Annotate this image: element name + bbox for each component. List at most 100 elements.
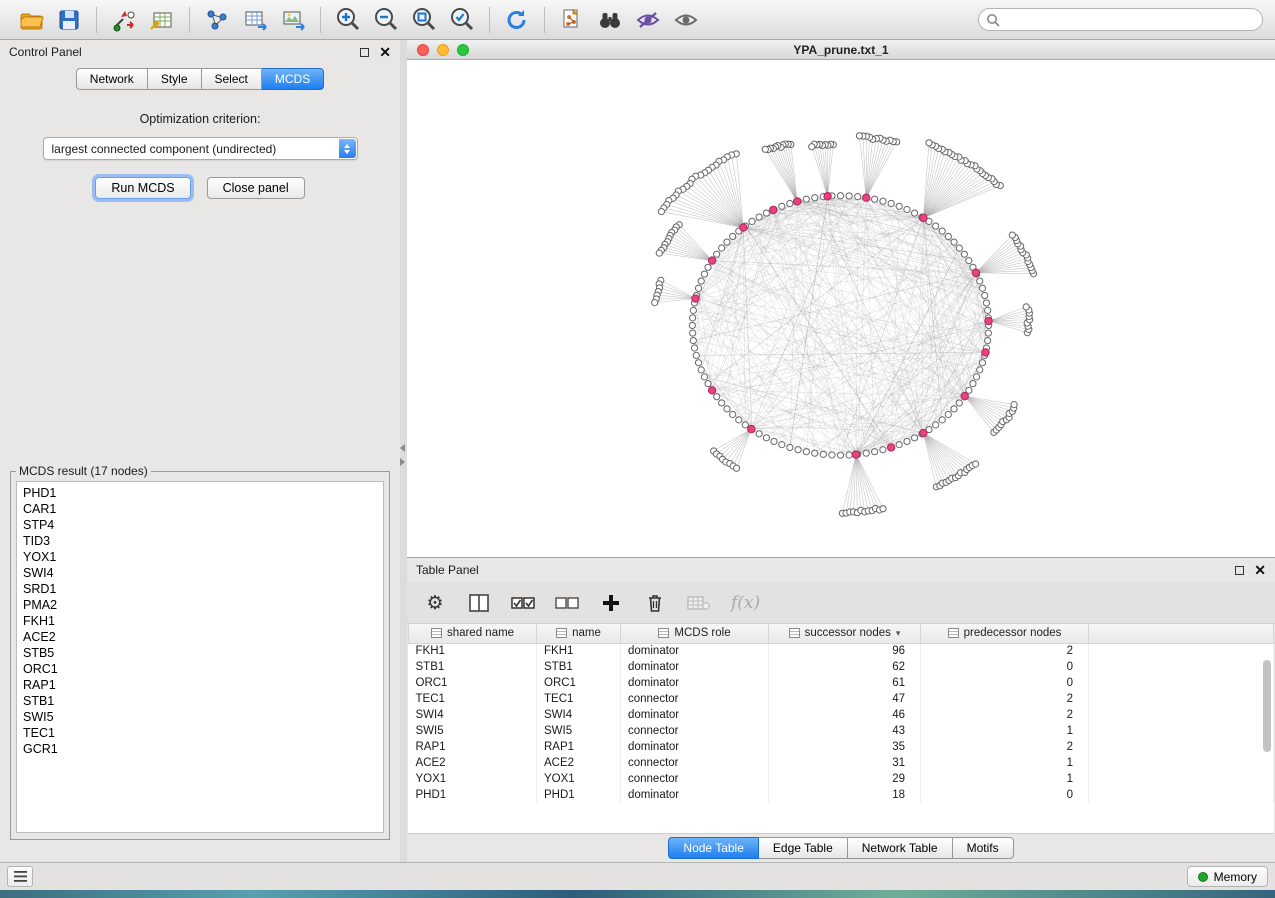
table-row[interactable]: STB1STB1dominator620: [409, 659, 1274, 675]
mcds-result-item[interactable]: CAR1: [23, 501, 377, 517]
window-maximize-icon[interactable]: [457, 44, 469, 56]
desktop-background: [0, 890, 1275, 898]
clear-table-button[interactable]: [687, 589, 711, 617]
column-header-shared-name[interactable]: shared name: [409, 624, 537, 643]
mcds-result-item[interactable]: YOX1: [23, 549, 377, 565]
mcds-result-item[interactable]: RAP1: [23, 677, 377, 693]
table-row[interactable]: FKH1FKH1dominator962: [409, 643, 1274, 659]
memory-button[interactable]: Memory: [1187, 866, 1268, 887]
plus-icon: [602, 594, 620, 612]
close-panel-icon[interactable]: ✕: [379, 46, 391, 58]
menu-button[interactable]: [7, 866, 33, 887]
mcds-result-item[interactable]: TID3: [23, 533, 377, 549]
mcds-result-item[interactable]: PHD1: [23, 485, 377, 501]
application-window: Control Panel ✕ NetworkStyleSelectMCDS O…: [0, 0, 1275, 890]
zoom-in-button[interactable]: [332, 4, 364, 36]
table-panel-titlebar: Table Panel ✕: [407, 558, 1275, 582]
tab-select[interactable]: Select: [202, 68, 262, 90]
tab-edge-table[interactable]: Edge Table: [759, 837, 848, 859]
column-header-predecessor-nodes[interactable]: predecessor nodes: [921, 624, 1089, 643]
refresh-button[interactable]: [501, 4, 533, 36]
open-file-button[interactable]: [15, 4, 47, 36]
table-row[interactable]: ACE2ACE2connector311: [409, 755, 1274, 771]
mcds-result-item[interactable]: SRD1: [23, 581, 377, 597]
run-mcds-button[interactable]: Run MCDS: [95, 177, 190, 199]
mcds-result-item[interactable]: ACE2: [23, 629, 377, 645]
mcds-result-item[interactable]: SWI4: [23, 565, 377, 581]
control-panel-titlebar: Control Panel ✕: [0, 40, 400, 64]
zoom-out-button[interactable]: [370, 4, 402, 36]
panel-splitter[interactable]: [400, 40, 407, 862]
mcds-result-list[interactable]: PHD1CAR1STP4TID3YOX1SWI4SRD1PMA2FKH1ACE2…: [16, 481, 384, 833]
table-row[interactable]: TEC1TEC1connector472: [409, 691, 1274, 707]
column-header-MCDS-role[interactable]: MCDS role: [621, 624, 769, 643]
window-close-icon[interactable]: [417, 44, 429, 56]
collapse-right-icon[interactable]: [400, 458, 405, 466]
table-row[interactable]: YOX1YOX1connector291: [409, 771, 1274, 787]
criterion-select[interactable]: largest connected component (undirected): [43, 137, 358, 160]
save-button[interactable]: [53, 4, 85, 36]
network-canvas[interactable]: [407, 60, 1275, 557]
window-minimize-icon[interactable]: [437, 44, 449, 56]
mcds-result-item[interactable]: TEC1: [23, 725, 377, 741]
tab-network[interactable]: Network: [76, 68, 148, 90]
mcds-result-item[interactable]: GCR1: [23, 741, 377, 757]
tab-mcds[interactable]: MCDS: [262, 68, 324, 90]
delete-column-button[interactable]: [643, 589, 667, 617]
mcds-result-item[interactable]: STP4: [23, 517, 377, 533]
search-field: [978, 8, 1263, 31]
tab-motifs[interactable]: Motifs: [953, 837, 1014, 859]
column-header-name[interactable]: name: [537, 624, 621, 643]
table-row[interactable]: PHD1PHD1dominator180: [409, 787, 1274, 803]
close-mcds-panel-button[interactable]: Close panel: [207, 177, 305, 199]
zoom-fit-button[interactable]: [408, 4, 440, 36]
column-header-successor-nodes[interactable]: successor nodes▾: [769, 624, 921, 643]
table-row[interactable]: SWI5SWI5connector431: [409, 723, 1274, 739]
table-settings-button[interactable]: ⚙: [423, 589, 447, 617]
import-table-button[interactable]: [146, 4, 178, 36]
network-window: YPA_prune.txt_1: [407, 40, 1275, 558]
find-button[interactable]: [594, 4, 626, 36]
tab-node-table[interactable]: Node Table: [668, 837, 759, 859]
export-network-button[interactable]: [201, 4, 233, 36]
scrollbar-thumb[interactable]: [1263, 660, 1271, 752]
table-row[interactable]: SWI4SWI4dominator462: [409, 707, 1274, 723]
mcds-result-group: MCDS result (17 nodes) PHD1CAR1STP4TID3Y…: [10, 464, 390, 840]
float-panel-icon[interactable]: [360, 48, 369, 57]
sort-chevron-icon[interactable]: ▾: [896, 628, 901, 639]
hide-selected-button[interactable]: [632, 4, 664, 36]
show-all-button[interactable]: [670, 4, 702, 36]
function-builder-button[interactable]: f(x): [731, 589, 760, 617]
mcds-result-item[interactable]: STB1: [23, 693, 377, 709]
toolbar-separator: [96, 7, 97, 33]
show-columns-button[interactable]: [467, 589, 491, 617]
tab-style[interactable]: Style: [148, 68, 202, 90]
mcds-result-item[interactable]: ORC1: [23, 661, 377, 677]
table-panel: Table Panel ✕ ⚙: [407, 558, 1275, 862]
mcds-result-item[interactable]: SWI5: [23, 709, 377, 725]
add-column-button[interactable]: [599, 589, 623, 617]
export-image-button[interactable]: [277, 4, 309, 36]
save-floppy-icon: [57, 8, 81, 32]
column-type-icon: [658, 628, 669, 638]
close-table-panel-icon[interactable]: ✕: [1254, 564, 1266, 576]
export-table-button[interactable]: [239, 4, 271, 36]
toolbar-separator: [544, 7, 545, 33]
import-network-button[interactable]: [108, 4, 140, 36]
mcds-result-item[interactable]: STB5: [23, 645, 377, 661]
clear-table-icon: [687, 595, 711, 611]
search-input[interactable]: [978, 8, 1263, 31]
table-scrollbar[interactable]: [1263, 646, 1272, 829]
tab-network-table[interactable]: Network Table: [848, 837, 953, 859]
table-row[interactable]: RAP1RAP1dominator352: [409, 739, 1274, 755]
memory-label: Memory: [1214, 870, 1257, 884]
float-table-panel-icon[interactable]: [1235, 566, 1244, 575]
unselect-all-button[interactable]: [555, 589, 579, 617]
network-from-selection-button[interactable]: [556, 4, 588, 36]
table-row[interactable]: ORC1ORC1dominator610: [409, 675, 1274, 691]
collapse-left-icon[interactable]: [400, 444, 405, 452]
zoom-selected-button[interactable]: [446, 4, 478, 36]
mcds-result-item[interactable]: PMA2: [23, 597, 377, 613]
mcds-result-item[interactable]: FKH1: [23, 613, 377, 629]
select-all-button[interactable]: [511, 589, 535, 617]
